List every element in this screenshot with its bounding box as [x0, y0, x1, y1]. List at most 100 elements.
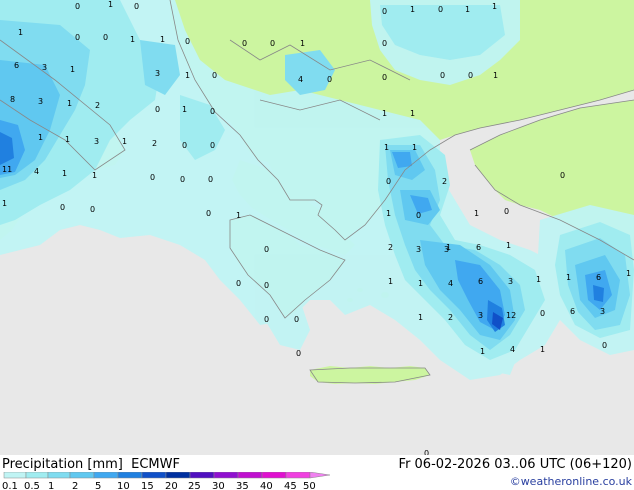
map-label: 1 [384, 143, 389, 152]
scale-label: 30 [212, 481, 225, 490]
map-label: 1 [412, 143, 417, 152]
scale-label: 20 [165, 481, 178, 490]
map-label: 1 [386, 209, 391, 218]
scale-labels: 0.1 0.5 1 2 5 10 15 20 25 30 35 40 45 50 [2, 481, 316, 490]
map-label: 2 [388, 243, 393, 252]
scale-label: 2 [72, 481, 78, 490]
map-label: 0 [602, 341, 607, 350]
map-label: 0 [327, 75, 332, 84]
map-label: 4 [510, 345, 515, 354]
map-label: 0 [182, 141, 187, 150]
map-label: 0 [264, 245, 269, 254]
map-label: 3 [38, 97, 43, 106]
map-label: 1 [410, 5, 415, 14]
precipitation-map: 0 1 0 1 0 1 0 1 0 1 0 0 0 1 0 1 1 0 6 3 … [0, 0, 634, 455]
map-label: 0 [296, 349, 301, 358]
map-label: 0 [75, 33, 80, 42]
map-label: 1 [122, 137, 127, 146]
map-label: 1 [18, 28, 23, 37]
map-label: 0 [294, 315, 299, 324]
map-label: 3 [94, 137, 99, 146]
map-label: 0 [560, 171, 565, 180]
map-label: 6 [14, 61, 19, 70]
legend-footer: Precipitation [mm] ECMWF Fr 06-02-2026 0… [0, 455, 634, 490]
map-label: 3 [416, 245, 421, 254]
map-label: 1 [236, 211, 241, 220]
scale-bars [3, 472, 331, 479]
map-label: 0 [150, 173, 155, 182]
map-label: 3 [444, 245, 449, 254]
map-label: 3 [600, 307, 605, 316]
map-label: 2 [95, 101, 100, 110]
scale-label: 10 [117, 481, 130, 490]
map-label: 1 [493, 71, 498, 80]
map-label: 0 [212, 71, 217, 80]
scale-label: 35 [236, 481, 249, 490]
map-label: 1 [382, 109, 387, 118]
map-label: 1 [2, 199, 7, 208]
map-label: 1 [566, 273, 571, 282]
map-label: 0 [236, 279, 241, 288]
map-label: 4 [448, 279, 453, 288]
map-label: 3 [155, 69, 160, 78]
map-label: 1 [418, 313, 423, 322]
map-label: 8 [10, 95, 15, 104]
map-label: 4 [298, 75, 303, 84]
map-label: 0 [180, 175, 185, 184]
map-label: 1 [480, 347, 485, 356]
map-label: 1 [300, 39, 305, 48]
map-label: 0 [208, 175, 213, 184]
map-label: 3 [508, 277, 513, 286]
map-label: 1 [160, 35, 165, 44]
valid-time: Fr 06-02-2026 03..06 UTC (06+120) [398, 457, 632, 472]
copyright: ©weatheronline.co.uk [509, 475, 632, 488]
map-label: 6 [596, 273, 601, 282]
map-label: 0 [440, 71, 445, 80]
map-label: 11 [2, 165, 12, 174]
map-label: 12 [506, 311, 516, 320]
scale-label: 40 [260, 481, 273, 490]
scale-label: 50 [303, 481, 316, 490]
map-title: Precipitation [mm] ECMWF [2, 457, 180, 472]
map-label: 1 [65, 135, 70, 144]
map-label: 2 [442, 177, 447, 186]
scale-label: 15 [141, 481, 154, 490]
scale-label: 1 [48, 481, 54, 490]
scale-label: 0.1 [2, 481, 18, 490]
map-label: 1 [492, 2, 497, 11]
map-label: 2 [448, 313, 453, 322]
map-label: 1 [92, 171, 97, 180]
color-scale: 0.1 0.5 1 2 5 10 15 20 25 30 35 40 45 50 [2, 472, 331, 490]
map-label: 0 [206, 209, 211, 218]
map-label: 1 [182, 105, 187, 114]
map-label: 0 [75, 2, 80, 11]
map-label: 1 [388, 277, 393, 286]
map-label: 0 [242, 39, 247, 48]
map-label: 3 [42, 63, 47, 72]
map-label: 1 [70, 65, 75, 74]
map-label: 0 [540, 309, 545, 318]
map-label: 1 [418, 279, 423, 288]
map-label: 0 [90, 205, 95, 214]
map-label: 6 [476, 243, 481, 252]
map-label: 1 [465, 5, 470, 14]
map-label: 6 [478, 277, 483, 286]
map-label: 0 [185, 37, 190, 46]
map-label: 2 [152, 139, 157, 148]
map-label: 0 [438, 5, 443, 14]
scale-label: 45 [284, 481, 297, 490]
map-label: 0 [155, 105, 160, 114]
map-label: 0 [504, 207, 509, 216]
map-label: 1 [67, 99, 72, 108]
scale-label: 0.5 [24, 481, 40, 490]
map-label: 0 [270, 39, 275, 48]
map-label: 0 [382, 73, 387, 82]
map-label: 4 [34, 167, 39, 176]
map-label: 0 [60, 203, 65, 212]
map-label: 1 [626, 269, 631, 278]
scale-label: 5 [95, 481, 101, 490]
map-label: 0 [382, 39, 387, 48]
map-label: 0 [264, 315, 269, 324]
map-label: 0 [210, 141, 215, 150]
map-label: 1 [410, 109, 415, 118]
